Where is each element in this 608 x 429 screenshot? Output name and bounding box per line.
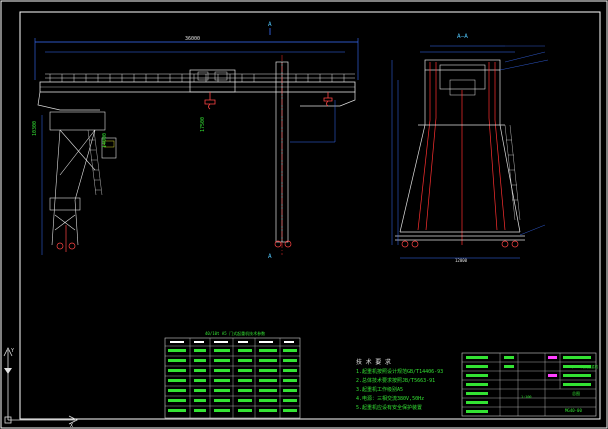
left-height-dim: 10300 bbox=[32, 121, 38, 136]
parameter-table bbox=[164, 337, 301, 419]
title-block-drawing-type: 总图 bbox=[572, 390, 580, 396]
trolley bbox=[189, 69, 236, 93]
svg-text:X: X bbox=[70, 423, 73, 429]
side-leg-frame bbox=[395, 70, 525, 241]
front-view: 36000 A A 10300 14000 17500 bbox=[32, 21, 359, 260]
notes-title: 技 术 要 求 bbox=[356, 359, 391, 366]
overall-dimension-text: 36000 bbox=[185, 36, 200, 42]
section-title: A—A bbox=[457, 33, 468, 40]
cad-drawing-canvas: 36000 A A 10300 14000 17500 A—A 12000 40… bbox=[0, 0, 608, 429]
note-line-2: 2.总体技术要求按照JB/T5663-91 bbox=[356, 378, 436, 384]
main-hook bbox=[204, 92, 216, 110]
left-rigid-leg bbox=[49, 111, 106, 246]
note-line-4: 4.电源：三相交流380V,50Hz bbox=[356, 396, 425, 402]
title-block-scale: 1:100 bbox=[521, 395, 532, 399]
section-mark-bottom: A bbox=[268, 253, 272, 260]
side-leg-outline bbox=[417, 62, 506, 245]
technical-notes: 技 术 要 求 1.起重机按照设计规范GB/T14406-93 2.总体技术要求… bbox=[356, 358, 456, 413]
aux-hook bbox=[323, 92, 333, 107]
side-stair bbox=[504, 124, 521, 221]
svg-text:Y: Y bbox=[11, 348, 14, 354]
note-line-1: 1.起重机按照设计规范GB/T14406-93 bbox=[356, 369, 444, 375]
section-mark-top: A bbox=[268, 21, 272, 28]
note-line-5: 5.起重机应设有安全保护装置 bbox=[356, 405, 423, 411]
title-block bbox=[461, 352, 597, 417]
right-height-dim: 14000 bbox=[102, 133, 108, 148]
span-dim: 17500 bbox=[200, 117, 206, 132]
title-block-drawing-no: MG40-00 bbox=[565, 408, 582, 413]
outer-frame bbox=[0, 0, 608, 429]
ucs-axis-icon: Y X bbox=[3, 347, 78, 429]
side-wheels bbox=[401, 240, 519, 248]
girder-railing bbox=[45, 73, 355, 82]
title-block-drawing-name: 40/10t门式起重机 bbox=[568, 364, 599, 369]
cad-drawing: 36000 A A 10300 14000 17500 A—A 12000 40… bbox=[0, 0, 608, 429]
bottom-dimension-text: 12000 bbox=[455, 258, 468, 263]
note-line-3: 3.起重机工作级别A5 bbox=[356, 387, 404, 393]
table-title: 40/10t A5 门式起重机技术参数 bbox=[205, 330, 265, 336]
side-view: A—A 12000 bbox=[391, 33, 549, 263]
left-wheel-group bbox=[56, 225, 76, 252]
ladder bbox=[87, 129, 103, 196]
